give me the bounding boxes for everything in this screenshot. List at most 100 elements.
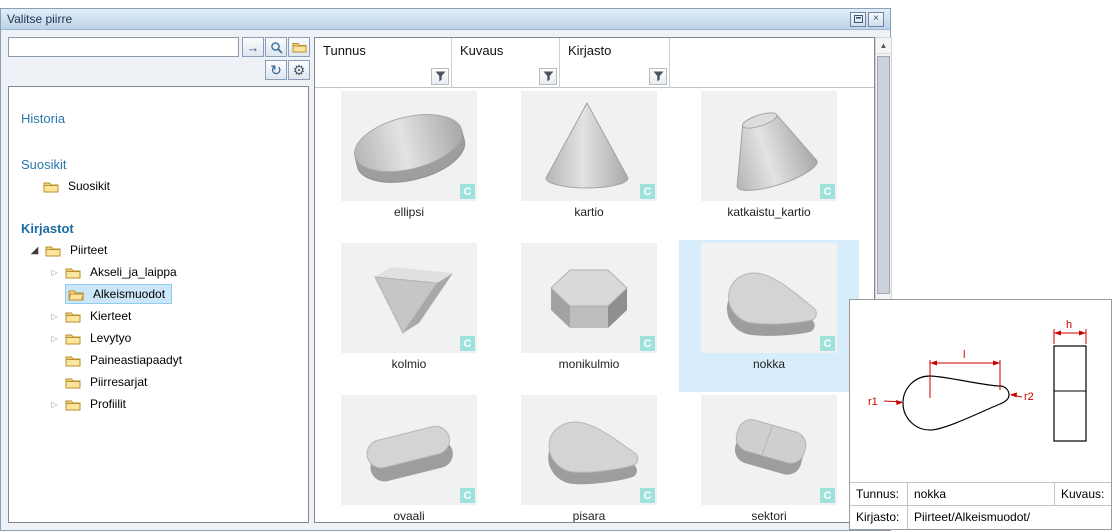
vertex-badge-icon: C xyxy=(460,488,475,503)
expander-open-icon[interactable]: ◢ xyxy=(29,245,40,256)
filter-button-kuvaus[interactable] xyxy=(539,68,557,85)
feature-cell-monikulmio[interactable]: C monikulmio xyxy=(499,240,679,392)
feature-cell-pisara[interactable]: C pisara xyxy=(499,392,679,523)
expander-closed-icon[interactable]: ▷ xyxy=(49,400,60,409)
scroll-up-button[interactable]: ▲ xyxy=(876,38,891,54)
tree-item-suosikit[interactable]: Suosikit xyxy=(9,175,308,197)
search-input[interactable] xyxy=(8,37,239,57)
feature-label: kartio xyxy=(574,205,603,219)
expander-closed-icon[interactable]: ▷ xyxy=(49,312,60,321)
thumbnail: C xyxy=(521,243,657,353)
feature-cell-ellipsi[interactable]: C ellipsi xyxy=(319,88,499,240)
column-header-tunnus[interactable]: Tunnus xyxy=(315,38,452,88)
tree-item-piirteet[interactable]: ◢ Piirteet xyxy=(9,239,308,261)
tree-item-kierteet[interactable]: ▷ Kierteet xyxy=(9,305,308,327)
feature-label: monikulmio xyxy=(559,357,620,371)
tree-item-levytyo[interactable]: ▷ Levytyo xyxy=(9,327,308,349)
vertex-badge-icon: C xyxy=(820,184,835,199)
dim-r1-label: r1 xyxy=(868,396,878,408)
tree-section-suosikit[interactable]: Suosikit xyxy=(9,153,308,175)
thumbnail: C xyxy=(341,243,477,353)
go-arrow-icon: → xyxy=(247,40,260,55)
column-label: Kuvaus xyxy=(452,38,559,58)
filter-button-tunnus[interactable] xyxy=(431,68,449,85)
tree-item-label: Suosikit xyxy=(64,177,114,195)
thumbnail: C xyxy=(341,395,477,505)
folder-icon xyxy=(65,398,81,411)
dimension-l xyxy=(930,360,1000,398)
close-button[interactable]: × xyxy=(868,12,884,27)
feature-label: ellipsi xyxy=(394,205,424,219)
vertex-badge-icon: C xyxy=(460,184,475,199)
tree-item-akseli-ja-laippa[interactable]: ▷ Akseli_ja_laippa xyxy=(9,261,308,283)
folder-icon xyxy=(65,354,81,367)
kirjasto-label: Kirjasto: xyxy=(850,506,908,529)
feature-picker-window: Valitse piirre × → ↻ ⚙ Historia Suosikit… xyxy=(0,8,891,531)
refresh-button[interactable]: ↻ xyxy=(265,60,287,80)
expander-closed-icon[interactable]: ▷ xyxy=(49,334,60,343)
window-title: Valitse piirre xyxy=(7,12,72,26)
library-tree-panel: Historia Suosikit Suosikit Kirjastot ◢ P… xyxy=(8,86,309,523)
feature-cell-nokka[interactable]: C nokka xyxy=(679,240,859,392)
vertex-badge-icon: C xyxy=(460,336,475,351)
float-window-button[interactable] xyxy=(850,12,866,27)
close-icon: × xyxy=(873,13,879,25)
folder-icon xyxy=(292,41,307,53)
selected-highlight: Alkeismuodot xyxy=(65,284,172,304)
float-window-icon xyxy=(854,15,863,23)
thumbnail: C xyxy=(701,243,837,353)
tree-item-label: Piirteet xyxy=(66,241,111,259)
feature-cell-katkaistu-kartio[interactable]: C katkaistu_kartio xyxy=(679,88,859,240)
column-header-kuvaus[interactable]: Kuvaus xyxy=(452,38,560,88)
feature-label: katkaistu_kartio xyxy=(727,205,810,219)
scrollbar-thumb[interactable] xyxy=(877,56,890,294)
expander-closed-icon[interactable]: ▷ xyxy=(49,268,60,277)
info-row-kirjasto: Kirjasto: Piirteet/Alkeismuodot/ xyxy=(850,506,1111,529)
nokka-shape-icon xyxy=(701,243,837,353)
feature-label: kolmio xyxy=(392,357,427,371)
tree-item-label: Alkeismuodot xyxy=(89,285,169,303)
refresh-icon: ↻ xyxy=(270,62,282,79)
nokka-dimension-drawing: l r1 r2 h xyxy=(850,300,1111,483)
tree-section-historia[interactable]: Historia xyxy=(9,107,308,129)
titlebar[interactable]: Valitse piirre × xyxy=(1,9,890,30)
thumbnail: C xyxy=(341,91,477,201)
search-button[interactable] xyxy=(265,37,287,57)
tree-item-label: Profiilit xyxy=(86,395,130,413)
feature-cell-ovaali[interactable]: C ovaali xyxy=(319,392,499,523)
tree-section-kirjastot: Kirjastot xyxy=(9,217,308,239)
vertex-badge-icon: C xyxy=(640,184,655,199)
tree-item-paineastiapaadyt[interactable]: Paineastiapaadyt xyxy=(9,349,308,371)
filter-funnel-icon xyxy=(435,71,446,82)
tree-item-label: Levytyo xyxy=(86,329,135,347)
feature-cell-kolmio[interactable]: C kolmio xyxy=(319,240,499,392)
thumbnail: C xyxy=(701,395,837,505)
folder-icon xyxy=(65,266,81,279)
vertex-badge-icon: C xyxy=(820,488,835,503)
folder-icon xyxy=(43,180,59,193)
settings-button[interactable]: ⚙ xyxy=(288,60,310,80)
feature-cell-sektori[interactable]: C sektori xyxy=(679,392,859,523)
folder-open-icon xyxy=(68,288,84,301)
dim-l-label: l xyxy=(963,349,965,361)
kolmio-shape-icon xyxy=(341,243,477,353)
thumbnail: C xyxy=(701,91,837,201)
tree-item-profiilit[interactable]: ▷ Profiilit xyxy=(9,393,308,415)
column-header-kirjasto[interactable]: Kirjasto xyxy=(560,38,670,88)
feature-cell-kartio[interactable]: C kartio xyxy=(499,88,679,240)
vertex-badge-icon: C xyxy=(640,336,655,351)
titlebar-buttons: × xyxy=(850,12,884,27)
ellipsi-shape-icon xyxy=(341,91,477,201)
info-row-tunnus: Tunnus: nokka Kuvaus: xyxy=(850,483,1111,506)
dim-r2-label: r2 xyxy=(1024,391,1034,403)
filter-button-kirjasto[interactable] xyxy=(649,68,667,85)
column-label: Tunnus xyxy=(315,38,451,58)
arrow-up-icon: ▲ xyxy=(880,41,888,50)
filter-funnel-icon xyxy=(653,71,664,82)
folder-icon xyxy=(65,310,81,323)
tree-item-alkeismuodot[interactable]: Alkeismuodot xyxy=(9,283,308,305)
tree-item-piirresarjat[interactable]: Piirresarjat xyxy=(9,371,308,393)
browse-folder-button[interactable] xyxy=(288,37,310,57)
go-button[interactable]: → xyxy=(242,37,264,57)
folder-icon xyxy=(65,376,81,389)
